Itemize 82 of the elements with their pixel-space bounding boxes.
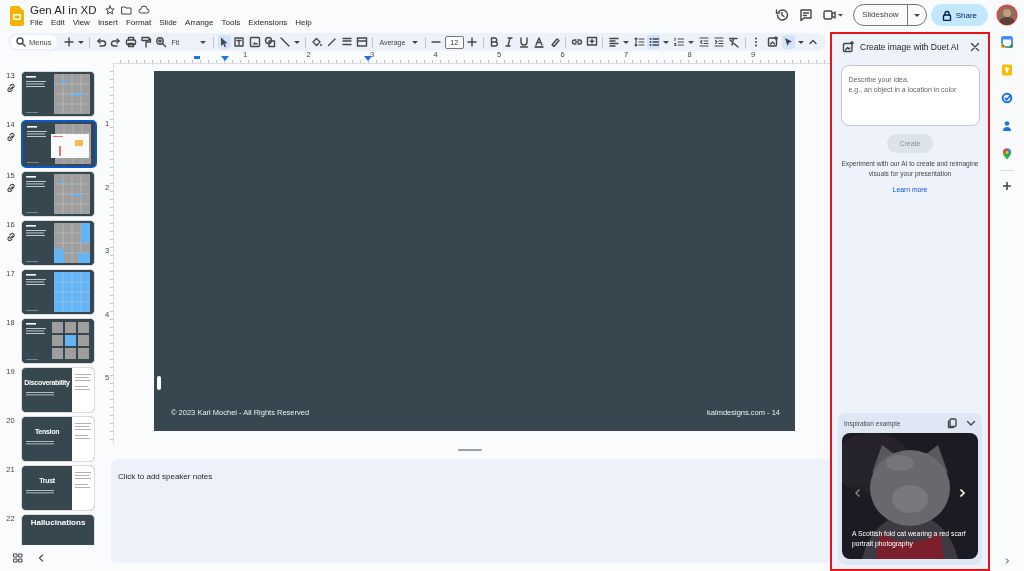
bulleted-list-icon[interactable]: [647, 35, 661, 49]
history-icon[interactable]: [775, 8, 790, 22]
paint-format-icon[interactable]: [139, 35, 153, 49]
folder-icon[interactable]: [121, 5, 133, 15]
pointer-icon[interactable]: [781, 35, 795, 49]
increase-indent-icon[interactable]: [712, 35, 726, 49]
underline-icon[interactable]: [517, 35, 531, 49]
slide-thumbnail[interactable]: [21, 120, 97, 168]
select-cursor-icon[interactable]: [217, 35, 231, 49]
copy-icon[interactable]: [947, 417, 957, 429]
menu-item[interactable]: Insert: [97, 18, 118, 27]
video-camera-icon[interactable]: [823, 8, 844, 22]
search-icon: [16, 37, 26, 47]
fill-color-icon[interactable]: [310, 35, 324, 49]
speaker-notes-field[interactable]: Click to add speaker notes: [111, 459, 830, 563]
comment-icon[interactable]: [799, 8, 814, 22]
menu-item[interactable]: Help: [295, 18, 312, 27]
text-color-icon[interactable]: [532, 35, 546, 49]
cloud-icon[interactable]: [138, 5, 151, 15]
slide-preview-drawing: [22, 368, 94, 412]
menu-item[interactable]: Slide: [159, 18, 178, 27]
slide-preview-drawing: [22, 417, 94, 461]
italic-icon[interactable]: [502, 35, 516, 49]
add-comment-icon[interactable]: [585, 35, 599, 49]
slide-preview-drawing: [22, 221, 94, 265]
map-pin-icon[interactable]: [1001, 148, 1013, 160]
print-icon[interactable]: [124, 35, 138, 49]
image-icon[interactable]: [248, 35, 262, 49]
slide-preview-drawing: [22, 319, 94, 363]
line-icon[interactable]: [278, 35, 292, 49]
text-box-icon[interactable]: [232, 35, 246, 49]
indent-marker-icon[interactable]: [221, 56, 229, 61]
grid-view-icon[interactable]: [13, 553, 23, 563]
caret-icon: [912, 11, 921, 19]
chevron-left-icon: [854, 488, 862, 498]
menu-item[interactable]: Arrange: [185, 18, 214, 27]
calendar-icon[interactable]: [1001, 36, 1013, 48]
chevron-right-icon: [958, 488, 966, 498]
decrease-indent-icon[interactable]: [697, 35, 711, 49]
avatar[interactable]: [996, 4, 1018, 26]
plus-icon[interactable]: [465, 35, 479, 49]
slide-preview-drawing: [23, 122, 95, 166]
star-icon[interactable]: [105, 5, 116, 15]
contacts-icon[interactable]: [1001, 120, 1013, 132]
menu-item[interactable]: Extensions: [248, 18, 288, 27]
image-sparkle-icon: [842, 41, 854, 53]
indent-marker-icon[interactable]: [364, 56, 372, 61]
numbered-list-icon[interactable]: [672, 35, 686, 49]
add-image-icon[interactable]: [766, 35, 780, 49]
slide-marker: [157, 376, 161, 390]
lock-icon: [941, 9, 952, 21]
shape-icon[interactable]: [263, 35, 277, 49]
panel-title: Create image with Duet AI: [860, 42, 960, 52]
zoom-icon[interactable]: [154, 35, 168, 49]
indent-marker-icon[interactable]: [194, 56, 200, 59]
clear-formatting-icon[interactable]: [727, 35, 741, 49]
menu-item[interactable]: File: [30, 18, 43, 27]
slide-preview-drawing: [22, 466, 94, 510]
slide-preview-drawing: [22, 172, 94, 216]
menu-item[interactable]: Format: [125, 18, 152, 27]
slide-thumbnail[interactable]: Hallucinations: [21, 514, 95, 545]
border-dash-icon[interactable]: [355, 35, 369, 49]
align-icon[interactable]: [607, 35, 621, 49]
share-button[interactable]: Share: [930, 4, 988, 26]
caret-icon: [198, 38, 207, 46]
chevron-icon[interactable]: [966, 418, 976, 428]
thumbnail-title: Hallucinations: [29, 518, 87, 527]
resize-handle[interactable]: [458, 449, 482, 451]
document-title[interactable]: Gen AI in XD: [30, 4, 97, 16]
line-spacing-icon[interactable]: [632, 35, 646, 49]
close-icon[interactable]: [970, 42, 980, 52]
caret-icon: [410, 38, 419, 46]
notes-placeholder: Click to add speaker notes: [118, 472, 213, 481]
tasks-icon[interactable]: [1001, 92, 1013, 104]
menu-item[interactable]: View: [72, 18, 90, 27]
menu-item[interactable]: Tools: [221, 18, 241, 27]
add-icon[interactable]: [62, 35, 76, 49]
add-icon[interactable]: [1002, 181, 1012, 191]
slide-preview-drawing: [22, 72, 94, 116]
collapse-icon[interactable]: [37, 553, 45, 563]
slide-preview-drawing: [22, 270, 94, 314]
menu-item[interactable]: Edit: [50, 18, 65, 27]
